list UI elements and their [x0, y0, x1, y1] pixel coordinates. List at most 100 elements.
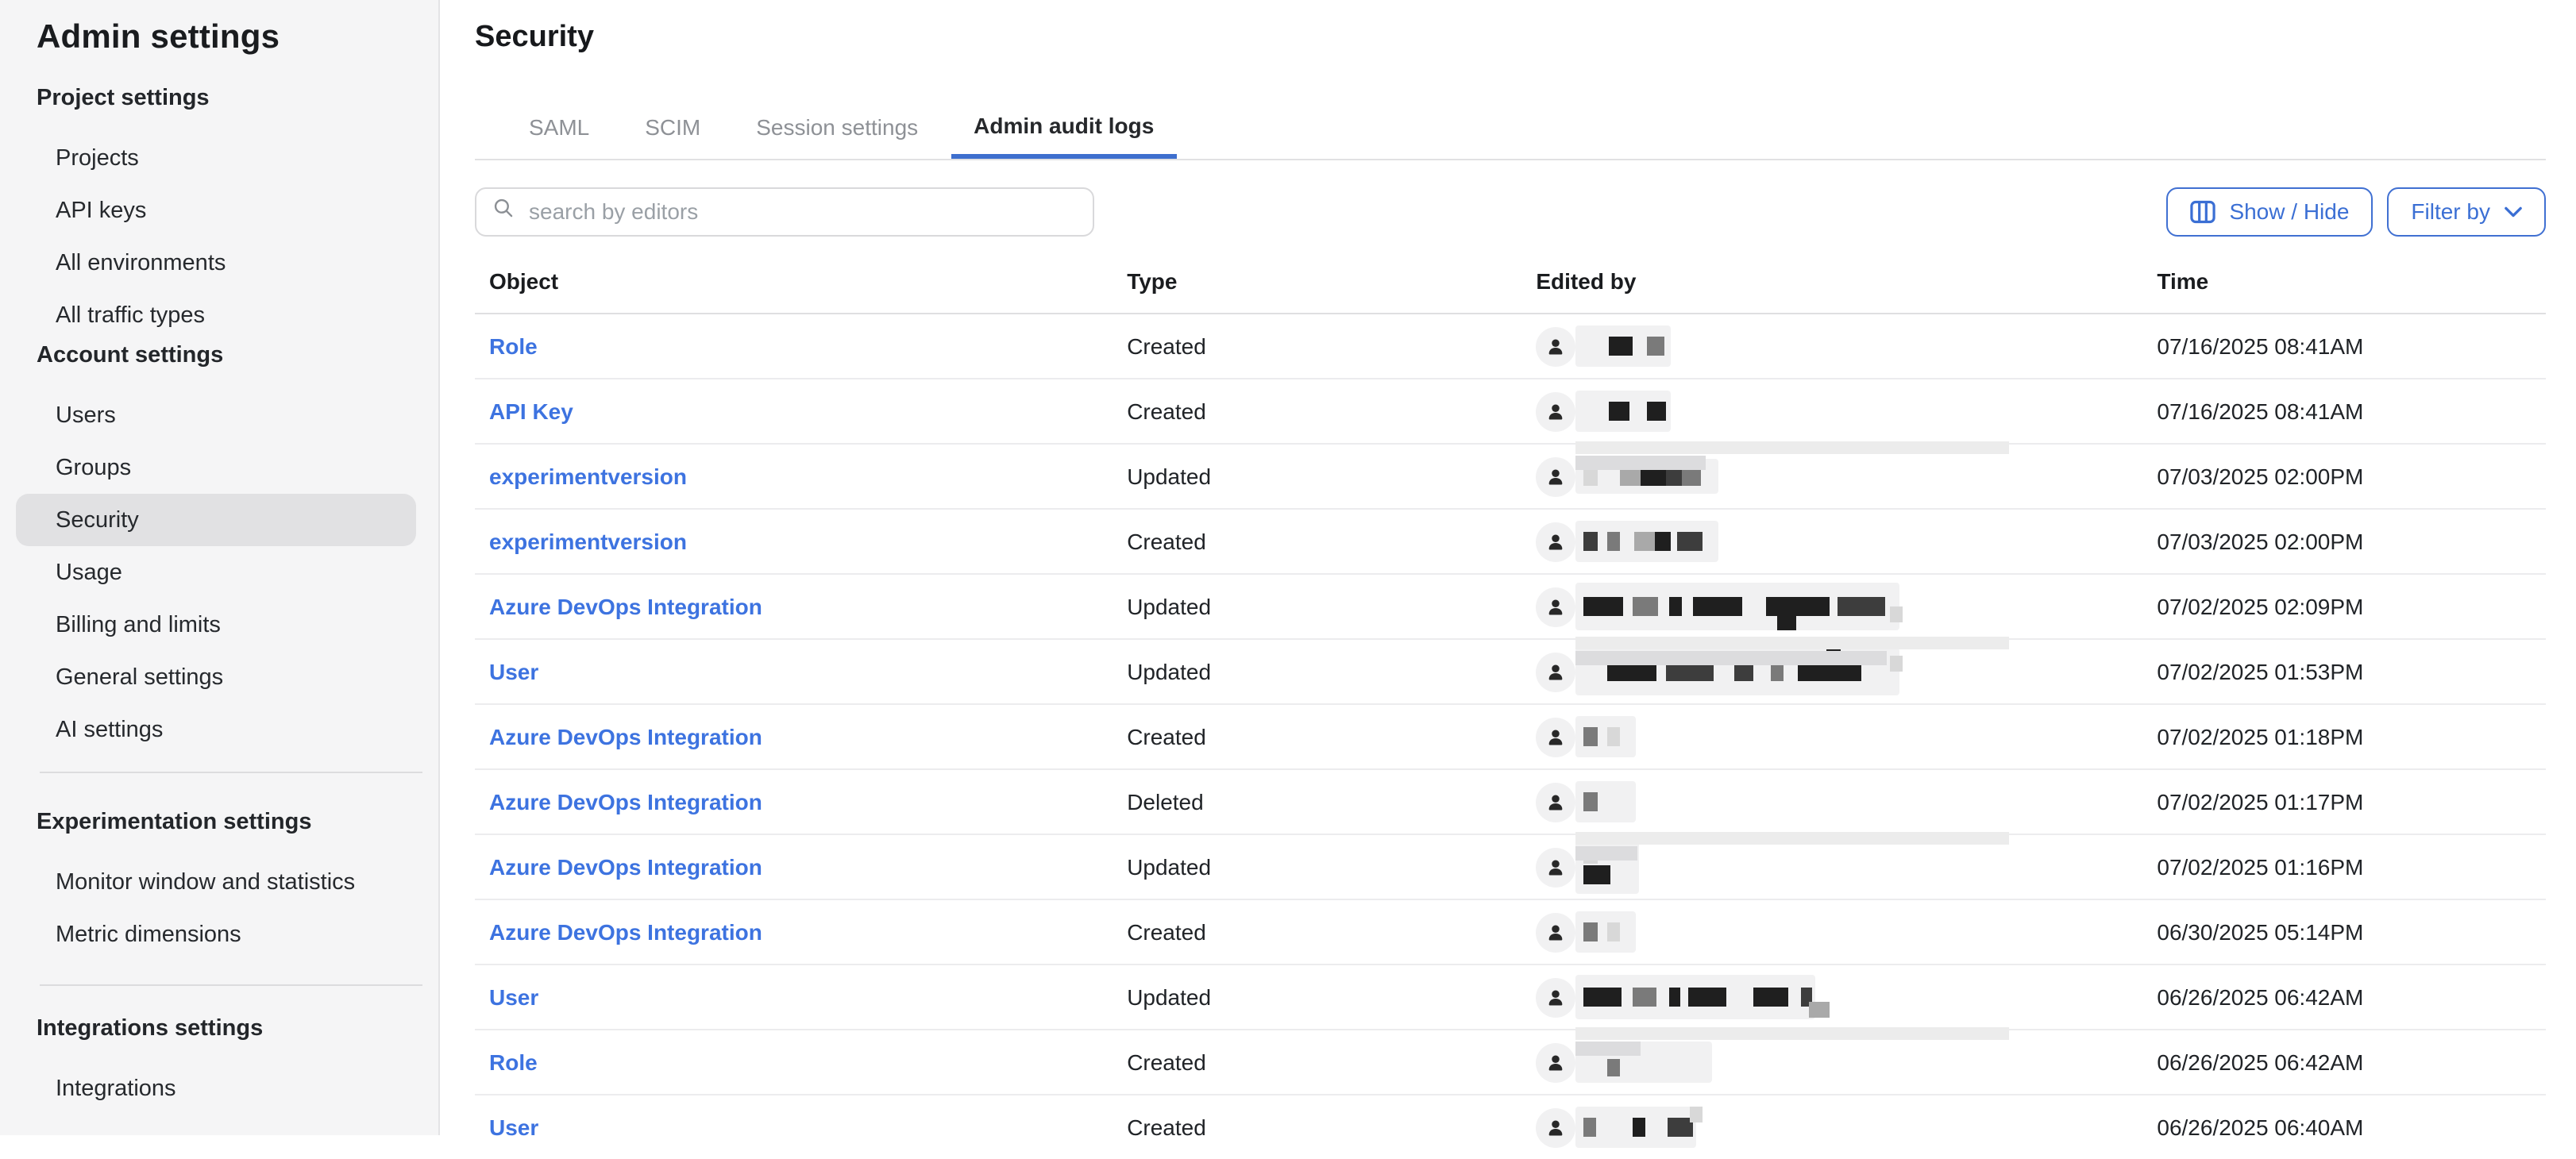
redaction-block: [1677, 532, 1703, 551]
type-cell: Updated: [1127, 464, 1536, 489]
tab-session-settings[interactable]: Session settings: [734, 95, 940, 159]
object-link[interactable]: Azure DevOps Integration: [489, 919, 762, 945]
sidebar-item-groups[interactable]: Groups: [16, 441, 416, 494]
search-box[interactable]: [475, 187, 1094, 236]
sidebar-item-projects[interactable]: Projects: [16, 132, 416, 184]
search-input[interactable]: [526, 197, 1077, 225]
tab-scim[interactable]: SCIM: [623, 95, 723, 159]
person-icon: [1536, 652, 1575, 691]
table-row: UserCreated06/26/2025 06:40AM: [475, 1095, 2546, 1159]
time-cell: 07/02/2025 01:17PM: [2157, 789, 2546, 814]
edited-by-cell: [1536, 965, 2157, 1029]
redaction-block: [1633, 597, 1658, 616]
sidebar: Admin settings Project settingsProjectsA…: [0, 0, 440, 1135]
redaction-block: [1583, 922, 1598, 941]
time-cell: 07/16/2025 08:41AM: [2157, 399, 2546, 424]
sidebar-item-billing-and-limits[interactable]: Billing and limits: [16, 599, 416, 651]
edited-by-cell: [1536, 379, 2157, 443]
show-hide-columns-button[interactable]: Show / Hide: [2165, 187, 2373, 236]
redaction-block: [1583, 597, 1623, 616]
chevron-down-icon: [2505, 206, 2522, 217]
sidebar-item-integrations[interactable]: Integrations: [16, 1062, 416, 1115]
edited-by-cell: [1536, 1095, 2157, 1159]
redaction-bar: [1575, 636, 2009, 649]
type-cell: Updated: [1127, 594, 1536, 619]
redaction-block: [1583, 792, 1598, 811]
filter-by-button[interactable]: Filter by: [2387, 187, 2546, 236]
redaction-block: [1890, 606, 1903, 622]
object-link[interactable]: Role: [489, 1049, 538, 1075]
object-link[interactable]: Azure DevOps Integration: [489, 594, 762, 619]
table-row: UserUpdated07/02/2025 01:53PM: [475, 640, 2546, 705]
object-link[interactable]: Azure DevOps Integration: [489, 789, 762, 814]
redaction-block: [1838, 597, 1885, 616]
object-link[interactable]: User: [489, 984, 538, 1010]
sidebar-item-api-keys[interactable]: API keys: [16, 184, 416, 237]
redaction-block: [1753, 988, 1788, 1007]
object-link[interactable]: experimentversion: [489, 529, 687, 554]
type-cell: Created: [1127, 529, 1536, 554]
sidebar-sections: Project settingsProjectsAPI keysAll envi…: [0, 75, 438, 1115]
redaction-bar: [1575, 831, 2009, 845]
redaction-bar: [1575, 651, 1887, 665]
person-icon: [1536, 587, 1575, 626]
edited-by-cell: [1536, 705, 2157, 768]
redaction-bar: [1575, 846, 1637, 861]
redacted-editor-name: [1575, 781, 1636, 822]
redaction-bar: [1575, 456, 1706, 470]
table-row: API KeyCreated07/16/2025 08:41AM: [475, 379, 2546, 445]
admin-settings-page: Admin settings Project settingsProjectsA…: [0, 0, 2576, 1135]
sidebar-item-general-settings[interactable]: General settings: [16, 651, 416, 703]
redaction-block: [1647, 402, 1666, 421]
redaction-block: [1634, 532, 1655, 551]
time-cell: 07/03/2025 02:00PM: [2157, 464, 2546, 489]
redaction-block: [1669, 988, 1680, 1007]
sidebar-item-all-environments[interactable]: All environments: [16, 237, 416, 289]
redaction-block: [1609, 337, 1633, 356]
object-link[interactable]: User: [489, 1115, 538, 1140]
redaction-block: [1609, 402, 1629, 421]
sidebar-section-header-experimentation-settings: Experimentation settings: [37, 799, 438, 846]
time-cell: 06/30/2025 05:14PM: [2157, 919, 2546, 945]
sidebar-divider: [40, 772, 422, 773]
person-icon: [1536, 912, 1575, 952]
person-icon: [1536, 717, 1575, 757]
redaction-block: [1669, 597, 1682, 616]
table-row: RoleCreated06/26/2025 06:42AM: [475, 1030, 2546, 1095]
tab-saml[interactable]: SAML: [507, 95, 611, 159]
sidebar-item-security[interactable]: Security: [16, 494, 416, 546]
sidebar-item-metric-dimensions[interactable]: Metric dimensions: [16, 908, 416, 961]
tab-admin-audit-logs[interactable]: Admin audit logs: [951, 95, 1176, 159]
table-row: Azure DevOps IntegrationUpdated07/02/202…: [475, 575, 2546, 640]
type-cell: Created: [1127, 724, 1536, 749]
object-link[interactable]: Azure DevOps Integration: [489, 724, 762, 749]
sidebar-item-usage[interactable]: Usage: [16, 546, 416, 599]
edited-by-cell: [1536, 900, 2157, 964]
time-cell: 07/02/2025 01:53PM: [2157, 659, 2546, 684]
sidebar-title: Admin settings: [37, 16, 438, 60]
object-link[interactable]: User: [489, 659, 538, 684]
sidebar-item-monitor-window-and-statistics[interactable]: Monitor window and statistics: [16, 856, 416, 908]
person-icon: [1536, 326, 1575, 366]
object-link[interactable]: Azure DevOps Integration: [489, 854, 762, 880]
sidebar-item-users[interactable]: Users: [16, 389, 416, 441]
person-icon: [1536, 522, 1575, 561]
object-link[interactable]: API Key: [489, 399, 573, 424]
sidebar-section-header-integrations-settings: Integrations settings: [37, 1005, 438, 1053]
time-cell: 06/26/2025 06:42AM: [2157, 984, 2546, 1010]
edited-by-cell: [1536, 770, 2157, 834]
object-link[interactable]: experimentversion: [489, 464, 687, 489]
table-body: RoleCreated07/16/2025 08:41AMAPI KeyCrea…: [475, 314, 2546, 1159]
redaction-bar: [1575, 1042, 1641, 1056]
edited-by-cell: [1536, 1030, 2157, 1094]
sidebar-item-ai-settings[interactable]: AI settings: [16, 703, 416, 756]
edited-by-cell: [1536, 445, 2157, 508]
redacted-editor-name: [1575, 391, 1671, 432]
person-icon: [1536, 782, 1575, 822]
redaction-block: [1777, 611, 1796, 630]
redaction-block: [1607, 727, 1620, 746]
redaction-block: [1607, 1058, 1620, 1076]
sidebar-section-header-account-settings: Account settings: [37, 332, 438, 379]
object-link[interactable]: Role: [489, 333, 538, 359]
redaction-block: [1583, 727, 1598, 746]
